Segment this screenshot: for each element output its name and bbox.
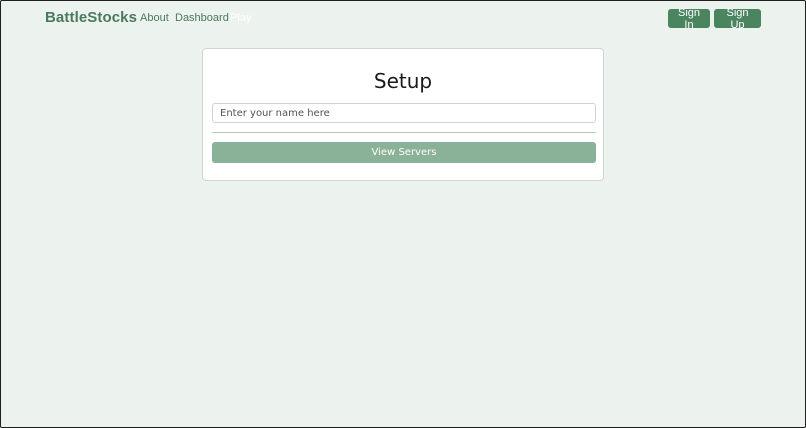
nav-link-about[interactable]: About: [140, 12, 169, 24]
brand-logo[interactable]: BattleStocks: [45, 9, 137, 26]
view-servers-button[interactable]: View Servers: [212, 142, 596, 163]
sign-in-button[interactable]: Sign In: [668, 7, 710, 31]
nav-link-play[interactable]: Play: [230, 12, 251, 24]
setup-card: Setup View Servers: [202, 48, 604, 181]
top-navbar: BattleStocks About Dashboard Play Sign I…: [0, 0, 806, 38]
divider: [212, 132, 596, 133]
setup-title: Setup: [373, 69, 433, 93]
name-input[interactable]: [212, 103, 596, 123]
sign-up-button[interactable]: Sign Up: [714, 7, 761, 31]
nav-link-dashboard[interactable]: Dashboard: [175, 12, 229, 24]
